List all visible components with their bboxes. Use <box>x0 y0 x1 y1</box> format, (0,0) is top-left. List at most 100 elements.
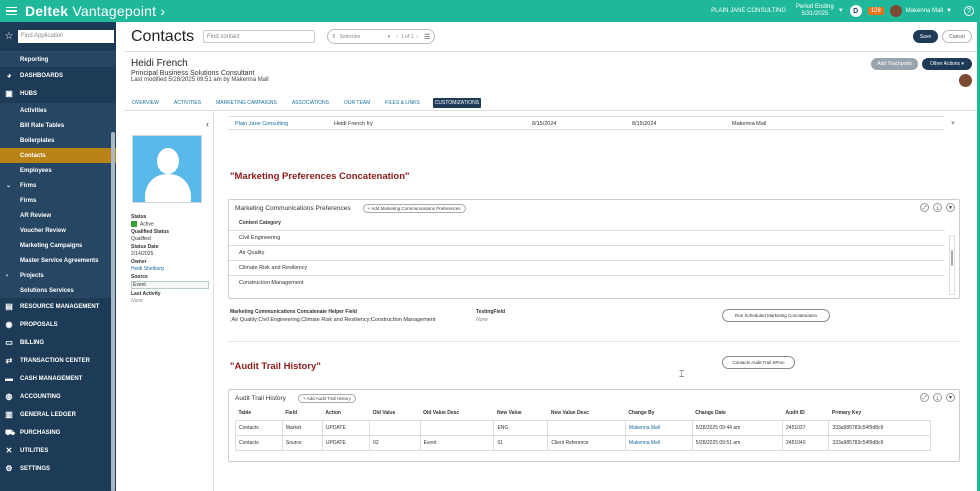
sidebar-item-marketing-campaigns[interactable]: Marketing Campaigns <box>0 238 116 253</box>
d-icon[interactable]: D <box>849 5 862 17</box>
table-row[interactable]: Contacts Market UPDATE ENG Makenna Mall … <box>235 420 931 436</box>
chevron-down-icon[interactable]: ▾ <box>388 34 391 40</box>
sidebar-item-dashboards[interactable]: ◕ DASHBOARDS <box>0 67 116 85</box>
sidebar-item-billing[interactable]: ▭ BILLING <box>0 334 116 352</box>
list-item[interactable]: Air Quality <box>229 245 945 260</box>
period-ending[interactable]: Period Ending 5/31/2025 <box>796 4 834 18</box>
audit-sproc-button[interactable]: Contacts Audit Trail SProc <box>722 356 795 369</box>
column-header[interactable]: New Value Desc <box>547 406 626 421</box>
list-item[interactable]: Climate Risk and Resiliency <box>229 260 945 275</box>
tab-associations[interactable]: ASSOCIATIONS <box>290 98 331 108</box>
column-header[interactable]: Table <box>235 406 283 421</box>
sidebar-item-label: PURCHASING <box>20 430 61 436</box>
tab-overview[interactable]: OVERVIEW <box>130 98 161 108</box>
company-name[interactable]: PLAIN JANE CONSULTING <box>711 8 786 14</box>
record-avatar[interactable] <box>959 74 972 87</box>
find-contact-input[interactable]: Find contact <box>203 30 315 43</box>
next-icon[interactable]: › <box>416 34 418 40</box>
sidebar-item-cash-management[interactable]: ▬ CASH MANAGEMENT <box>0 370 116 388</box>
sidebar-item-label: RESOURCE MANAGEMENT <box>20 304 100 310</box>
sidebar-item-utilities[interactable]: ✕ UTILITIES <box>0 442 116 460</box>
sidebar-item-contacts[interactable]: Contacts <box>0 148 116 163</box>
collapse-icon[interactable]: ‹ <box>206 119 209 129</box>
list-icon[interactable]: ☰ <box>424 33 430 41</box>
app-brand[interactable]: Deltek Vantagepoint › <box>25 3 165 19</box>
list-item[interactable]: Construction Management <box>229 275 945 290</box>
sidebar-item-boilerplates[interactable]: Boilerplates <box>0 133 116 148</box>
sidebar-item-employees[interactable]: Employees <box>0 163 116 178</box>
expand-icon[interactable]: ⤢ <box>920 393 929 402</box>
sidebar-item-activities[interactable]: Activities <box>0 103 116 118</box>
tab-customizations[interactable]: CUSTOMIZATIONS <box>432 98 482 108</box>
tab-our-team[interactable]: OUR TEAM <box>342 98 372 108</box>
expand-icon[interactable]: ⤢ <box>920 203 929 212</box>
column-header[interactable]: Change Date <box>692 406 783 421</box>
sidebar-item-resource-management[interactable]: ▤ RESOURCE MANAGEMENT <box>0 298 116 316</box>
chevron-down-icon[interactable]: ▼ <box>838 8 844 14</box>
column-header[interactable]: Change By <box>625 406 693 421</box>
list-item[interactable]: Civil Engineering <box>229 230 945 245</box>
column-header[interactable]: Audit ID <box>782 406 829 421</box>
selection-control[interactable]: ⊽ Selection ▾ ‹ 1 of 1 › ☰ <box>327 29 436 44</box>
tab-marketing-campaigns[interactable]: MARKETING CAMPAIGNS <box>214 98 279 108</box>
column-header[interactable]: Primary Key <box>828 406 931 421</box>
sidebar-item-settings[interactable]: ⚙ SETTINGS <box>0 460 116 478</box>
scroll-down-icon[interactable]: ▼ <box>950 121 956 127</box>
notification-badge[interactable]: 128 <box>867 7 884 15</box>
selection-dropdown[interactable]: Selection <box>340 34 388 40</box>
cancel-button[interactable]: Cancel <box>942 30 972 43</box>
contact-photo[interactable] <box>132 135 202 203</box>
sidebar-item-accounting[interactable]: ◍ ACCOUNTING <box>0 388 116 406</box>
sidebar-scrollbar[interactable] <box>111 132 115 491</box>
add-preference-button[interactable]: + Add Marketing Communications Preferenc… <box>362 203 466 213</box>
sidebar-item-master-service-agreements[interactable]: Master Service Agreements <box>0 253 116 268</box>
sidebar-item-firms-group[interactable]: ⌄ Firms <box>0 178 116 193</box>
tab-activities[interactable]: ACTIVITIES <box>172 98 203 108</box>
status-active-icon <box>131 221 137 227</box>
add-touchpoint-button[interactable]: Add Touchpoint <box>871 58 918 70</box>
owner-link[interactable]: Heidi Shelburg <box>131 266 209 272</box>
sidebar-item-firms[interactable]: Firms <box>0 193 116 208</box>
change-by-link[interactable]: Makenna Mall <box>624 420 693 436</box>
filter-icon[interactable]: ▼ <box>946 393 955 402</box>
sidebar-item-general-ledger[interactable]: ▥ GENERAL LEDGER <box>0 406 116 424</box>
column-header[interactable]: New Value <box>493 406 548 421</box>
change-by-link[interactable]: Makenna Mall <box>624 435 693 451</box>
source-field[interactable]: Event <box>131 281 209 290</box>
table-row[interactable]: Contacts Source UPDATE 02 Event 01 Clien… <box>235 435 931 451</box>
menu-icon[interactable] <box>2 2 20 20</box>
column-header[interactable]: Action <box>322 406 370 421</box>
sidebar-item-voucher-review[interactable]: Voucher Review <box>0 223 116 238</box>
sidebar-item-purchasing[interactable]: ⛟ PURCHASING <box>0 424 116 442</box>
sidebar-item-proposals[interactable]: ◉ PROPOSALS <box>0 316 116 334</box>
sidebar-item-ar-review[interactable]: AR Review <box>0 208 116 223</box>
sidebar-item-solutions-services[interactable]: Solutions Services <box>0 283 116 298</box>
add-audit-button[interactable]: + Add Audit Trail History <box>297 393 356 403</box>
sidebar-item-hubs[interactable]: ▣ HUBS <box>0 85 116 103</box>
firm-link[interactable]: Plain Jane Consulting <box>235 121 288 127</box>
user-name[interactable]: Makenna Mall <box>906 8 943 14</box>
filter-icon[interactable]: ▼ <box>946 203 955 212</box>
star-icon[interactable]: ☆ <box>0 31 18 42</box>
download-icon[interactable]: ⤓ <box>933 393 942 402</box>
user-avatar[interactable] <box>889 5 902 17</box>
sidebar-item-projects[interactable]: › Projects <box>0 268 116 283</box>
other-actions-button[interactable]: Other Actions ▾ <box>922 58 972 70</box>
save-button[interactable]: Save <box>913 30 938 43</box>
download-icon[interactable]: ⤓ <box>933 203 942 212</box>
prev-icon[interactable]: ‹ <box>396 34 398 40</box>
column-header[interactable]: Field <box>282 406 323 421</box>
find-application-input[interactable]: Find Application <box>18 30 114 43</box>
filter-icon[interactable]: ⊽ <box>332 34 336 40</box>
tab-files-links[interactable]: FILES & LINKS <box>383 98 421 108</box>
list-scrollbar[interactable] <box>949 235 955 295</box>
help-icon[interactable]: ? <box>964 6 974 16</box>
sidebar-item-transaction-center[interactable]: ⇄ TRANSACTION CENTER <box>0 352 116 370</box>
column-header[interactable]: Old Value <box>369 406 421 421</box>
run-concatenation-button[interactable]: Run Scheduled Marketing Concatenation <box>722 309 830 322</box>
scroll-thumb[interactable] <box>951 250 953 266</box>
sidebar-item-reporting[interactable]: Reporting <box>0 52 116 67</box>
chevron-down-icon[interactable]: ▼ <box>946 8 952 14</box>
sidebar-item-bill-rate-tables[interactable]: Bill Rate Tables <box>0 118 116 133</box>
column-header[interactable]: Old Value Desc <box>420 406 494 421</box>
